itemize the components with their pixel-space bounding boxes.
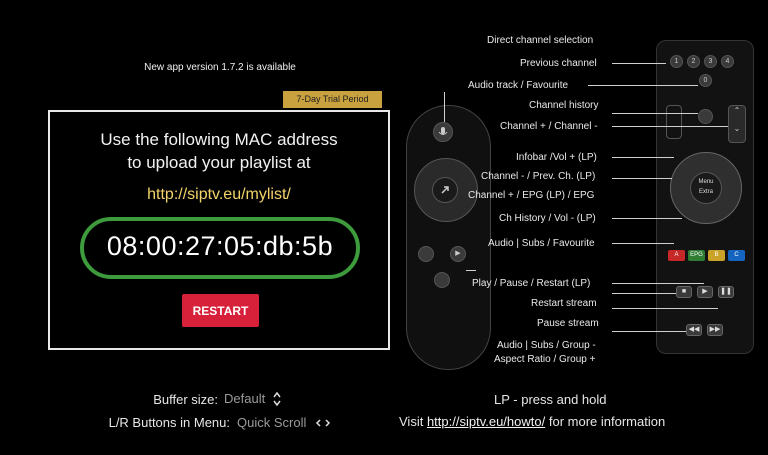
connector-audio-subs-fav [612,243,674,244]
num0-key-icon: 0 [699,74,712,87]
label-channel-history: Channel history [529,100,599,111]
footer-suffix: for more information [548,414,666,429]
trial-badge: 7-Day Trial Period [283,91,382,108]
instruction-line-1: Use the following MAC address [100,130,338,149]
connector-ch-history-vol [612,218,682,219]
dpad-center-icon [432,177,458,203]
play-pause-button-icon: ▶ [450,246,466,262]
play-key-icon: ▶ [697,286,713,298]
lr-buttons-select[interactable]: Quick Scroll [237,414,331,434]
mic-button-icon [433,122,453,142]
label-channel-plus-epg: Channel + / EPG (LP) / EPG [468,190,595,201]
mac-address: 08:00:27:05:db:5b [106,231,334,261]
label-audio-track: Audio track / Favourite [468,80,569,91]
connector-mic [444,92,445,122]
history-key-icon [698,109,713,124]
num2-key-icon: 2 [687,55,700,68]
buffer-size-value: Default [224,391,266,406]
label-direct-channel: Direct channel selection [487,35,594,46]
volume-rocker-icon [666,105,682,139]
menu-key-label: Menu [698,179,714,185]
left-right-chevron-icon [315,419,330,427]
label-restart-stream: Restart stream [531,298,597,309]
label-infobar: Infobar /Vol + (LP) [516,152,597,163]
pause-key-icon: ❚❚ [718,286,734,298]
num1-key-icon: 1 [670,55,683,68]
playlist-url[interactable]: http://siptv.eu/mylist/ [48,186,390,204]
updown-chevron-icon [273,391,281,407]
label-aspect-ratio: Aspect Ratio / Group + [494,354,596,365]
connector-restart-stream [612,293,676,294]
home-button-icon [434,272,450,288]
connector-channel-history [612,113,698,114]
label-channel-plus-minus: Channel + / Channel - [500,121,598,132]
update-notice: New app version 1.7.2 is available [144,62,296,73]
label-ch-history-vol: Ch History / Vol - (LP) [499,213,596,224]
connector-channel-plus-minus [612,126,728,127]
buffer-size-label: Buffer size: [153,392,218,407]
back-button-icon [418,246,434,262]
connector-previous-channel [612,63,666,64]
label-previous-channel: Previous channel [520,58,597,69]
howto-link[interactable]: http://siptv.eu/howto/ [427,414,545,429]
footer-info: Visit http://siptv.eu/howto/ for more in… [399,414,665,429]
connector-channel-minus-prev [612,178,672,179]
yellow-key-icon: B [708,250,725,261]
instruction-line-2: to upload your playlist at [127,153,311,172]
remote-round-illustration [406,105,491,370]
restart-button[interactable]: RESTART [182,294,259,327]
connector-play-pause [612,283,704,284]
label-channel-minus-prev: Channel - / Prev. Ch. (LP) [481,171,596,182]
connector-pause-stream [612,308,718,309]
lr-buttons-label: L/R Buttons in Menu: [108,415,230,430]
connector-play-round [466,270,476,271]
ok-key-icon: Menu Extra [690,172,722,204]
channel-rocker-icon: ⌃ ⌄ [728,105,746,143]
num3-key-icon: 3 [704,55,717,68]
label-audio-subs-fav: Audio | Subs / Favourite [488,238,595,249]
label-play-pause: Play / Pause / Restart (LP) [472,278,591,289]
connector-audio-subs-group [612,331,686,332]
connector-audio-track [588,85,698,86]
num4-key-icon: 4 [721,55,734,68]
footer-visit: Visit [399,414,424,429]
buffer-size-select[interactable]: Default [224,390,282,410]
rewind-key-icon: ◀◀ [686,324,702,336]
blue-key-icon: C [728,250,745,261]
lp-note: LP - press and hold [494,392,607,407]
red-key-icon: A [668,250,685,261]
extra-key-label: Extra [698,189,713,195]
stop-key-icon: ■ [676,286,692,298]
green-key-icon: EPG [688,250,705,261]
lr-buttons-value: Quick Scroll [237,415,307,430]
label-pause-stream: Pause stream [537,318,599,329]
label-audio-subs-group: Audio | Subs / Group - [497,340,596,351]
forward-key-icon: ▶▶ [707,324,723,336]
connector-infobar [612,157,674,158]
